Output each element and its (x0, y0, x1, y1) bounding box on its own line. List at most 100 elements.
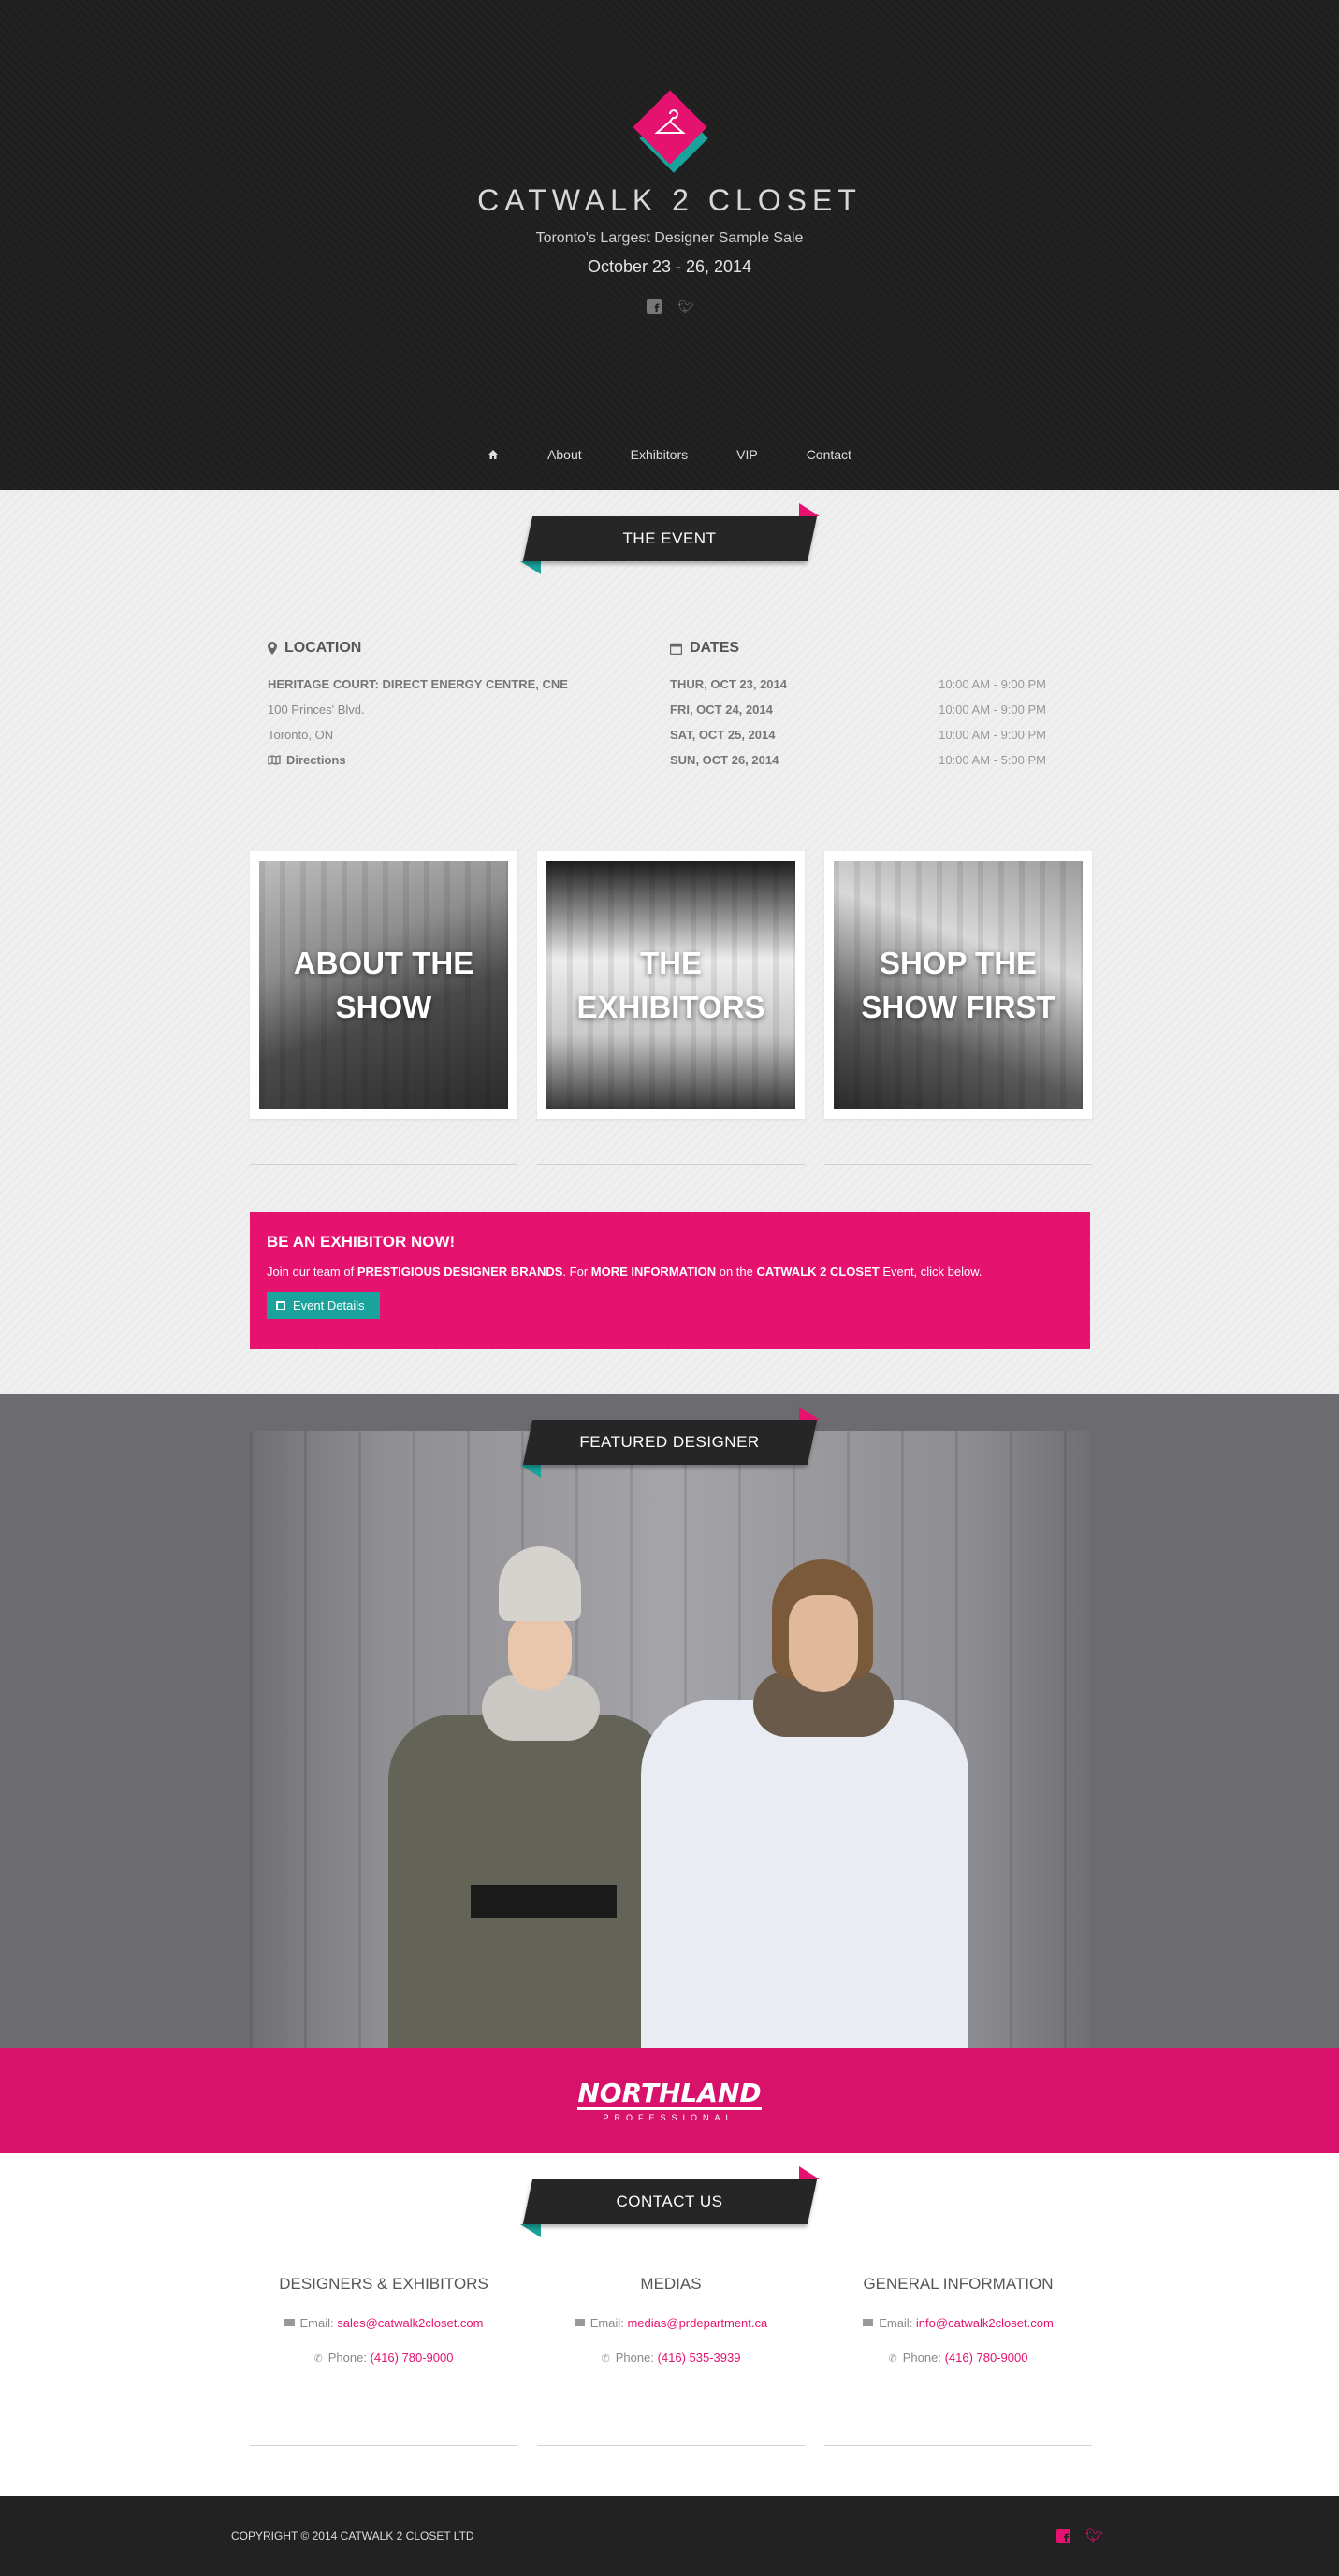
dates-heading-text: DATES (690, 640, 740, 656)
divider (250, 2445, 517, 2446)
featured-designer-section: FEATURED DESIGNER NORTHLAND PROFESSIONAL (0, 1394, 1339, 2153)
map-icon (268, 755, 281, 765)
contact-email-link[interactable]: sales@catwalk2closet.com (337, 2316, 483, 2330)
contact-phone-line: ✆ Phone: (416) 780-9000 (824, 2351, 1092, 2365)
contact-email-link[interactable]: info@catwalk2closet.com (916, 2316, 1054, 2330)
copyright: COPYRIGHT © 2014 CATWALK 2 CLOSET LTD (231, 2529, 474, 2542)
nav-home[interactable] (463, 445, 523, 464)
cta-text-part: Join our team of (267, 1265, 357, 1279)
contact-dividers (250, 2445, 1092, 2446)
date-time: 10:00 AM - 9:00 PM (939, 677, 1046, 691)
date-day: SUN, OCT 26, 2014 (670, 753, 779, 767)
email-label: Email: (589, 2316, 628, 2330)
event-ribbon: THE EVENT (519, 503, 820, 574)
model-face (508, 1614, 572, 1690)
date-row: SAT, OCT 25, 2014 10:00 AM - 9:00 PM (670, 722, 1046, 747)
model-hat (499, 1546, 581, 1621)
venue-street: 100 Princes' Blvd. (268, 702, 365, 716)
venue-name: HERITAGE COURT: DIRECT ENERGY CENTRE, CN… (268, 677, 568, 691)
cta-text-bold: MORE INFORMATION (590, 1265, 717, 1279)
contact-phone-link[interactable]: (416) 780-9000 (371, 2351, 454, 2365)
venue-city: Toronto, ON (268, 728, 334, 742)
phone-label: Phone: (615, 2351, 658, 2365)
event-details-button[interactable]: Event Details (267, 1292, 380, 1319)
directions-link[interactable]: Directions (268, 747, 670, 773)
contact-column-medias: MEDIAS Email: medias@prdepartment.ca ✆ Ph… (537, 2275, 805, 2385)
tile-photo: THE EXHIBITORS (546, 861, 795, 1109)
date-day: SAT, OCT 25, 2014 (670, 728, 776, 742)
tile-shop-the-show-first[interactable]: SHOP THE SHOW FIRST (824, 851, 1092, 1119)
model-belt (471, 1885, 617, 1918)
divider (824, 2445, 1092, 2446)
contact-column-title: MEDIAS (640, 2275, 702, 2293)
tile-dividers (250, 1164, 1092, 1165)
northland-logo-sub: PROFESSIONAL (603, 2112, 736, 2122)
phone-icon: ✆ (313, 2353, 323, 2365)
cta-heading: BE AN EXHIBITOR NOW! (267, 1233, 456, 1251)
date-time: 10:00 AM - 9:00 PM (939, 728, 1046, 742)
contact-phone-link[interactable]: (416) 780-9000 (945, 2351, 1028, 2365)
contact-column-title: GENERAL INFORMATION (863, 2275, 1054, 2293)
contact-ribbon: CONTACT US (519, 2166, 820, 2237)
tile-caption: ABOUT THE SHOW (293, 946, 474, 1024)
email-label: Email: (879, 2316, 916, 2330)
event-section: THE EVENT LOCATION HERITAGE COURT: DIREC… (0, 490, 1339, 1394)
nav-vip[interactable]: VIP (712, 445, 782, 464)
twitter-icon[interactable]: 🐦︎ (1085, 2527, 1103, 2544)
contact-email-line: Email: sales@catwalk2closet.com (250, 2316, 517, 2330)
event-dates: October 23 - 26, 2014 (587, 257, 752, 276)
model-face (789, 1595, 858, 1692)
email-label: Email: (299, 2316, 338, 2330)
dates-column: DATES THUR, OCT 23, 2014 10:00 AM - 9:00 … (670, 640, 1072, 773)
contact-email-link[interactable]: medias@prdepartment.ca (627, 2316, 767, 2330)
cta-text-part: on the (716, 1265, 757, 1279)
ribbon-fold-pink (798, 1407, 820, 1420)
ribbon-fold-teal (519, 1465, 541, 1478)
site-footer: COPYRIGHT © 2014 CATWALK 2 CLOSET LTD 🐦︎ (0, 2496, 1339, 2576)
brand-logo[interactable] (632, 90, 708, 173)
nav-contact[interactable]: Contact (782, 445, 876, 464)
envelope-icon (574, 2319, 585, 2326)
ribbon-fold-pink (798, 2166, 820, 2179)
date-row: THUR, OCT 23, 2014 10:00 AM - 9:00 PM (670, 672, 1046, 697)
date-day: THUR, OCT 23, 2014 (670, 677, 787, 691)
featured-designer-photo (250, 1431, 1090, 2130)
nav-exhibitors[interactable]: Exhibitors (606, 445, 712, 464)
facebook-icon[interactable] (646, 299, 662, 316)
ribbon-fold-pink (798, 503, 820, 516)
directions-text: Directions (286, 753, 346, 767)
nav-about[interactable]: About (523, 445, 606, 464)
main-nav: About Exhibitors VIP Contact (0, 445, 1339, 464)
featured-ribbon: FEATURED DESIGNER (519, 1407, 820, 1478)
contact-column-title: DESIGNERS & EXHIBITORS (279, 2275, 488, 2293)
tile-photo: SHOP THE SHOW FIRST (834, 861, 1083, 1109)
cta-text-part: Event, click below. (879, 1265, 982, 1279)
contact-phone-link[interactable]: (416) 535-3939 (658, 2351, 741, 2365)
event-info: LOCATION HERITAGE COURT: DIRECT ENERGY C… (268, 640, 1072, 773)
event-details-label: Event Details (293, 1298, 365, 1312)
divider (824, 1164, 1092, 1165)
calendar-icon (670, 643, 682, 655)
divider (537, 1164, 805, 1165)
ribbon-fold-teal (519, 2224, 541, 2237)
designer-brand-bar[interactable]: NORTHLAND PROFESSIONAL (0, 2048, 1339, 2153)
cta-text: Join our team of PRESTIGIOUS DESIGNER BR… (267, 1265, 1073, 1279)
twitter-icon[interactable]: 🐦︎ (678, 299, 695, 314)
location-column: LOCATION HERITAGE COURT: DIRECT ENERGY C… (268, 640, 670, 773)
tile-caption: THE EXHIBITORS (576, 946, 765, 1024)
phone-icon: ✆ (601, 2353, 610, 2365)
tile-about-the-show[interactable]: ABOUT THE SHOW (250, 851, 517, 1119)
date-row: SUN, OCT 26, 2014 10:00 AM - 5:00 PM (670, 747, 1046, 773)
cta-text-bold: CATWALK 2 CLOSET (756, 1265, 880, 1279)
cta-text-part: . For (562, 1265, 591, 1279)
tile-the-exhibitors[interactable]: THE EXHIBITORS (537, 851, 805, 1119)
cta-text-bold: PRESTIGIOUS DESIGNER BRANDS (357, 1265, 563, 1279)
feature-tiles: ABOUT THE SHOW THE EXHIBITORS SHOP THE S… (250, 851, 1092, 1119)
ribbon-fold-teal (519, 561, 541, 574)
facebook-icon[interactable] (1055, 2528, 1070, 2545)
footer-social-links: 🐦︎ (1055, 2527, 1103, 2545)
map-pin-icon (268, 642, 277, 655)
contact-ribbon-label: CONTACT US (616, 2192, 723, 2210)
date-time: 10:00 AM - 5:00 PM (939, 753, 1046, 767)
phone-icon: ✆ (888, 2353, 897, 2365)
